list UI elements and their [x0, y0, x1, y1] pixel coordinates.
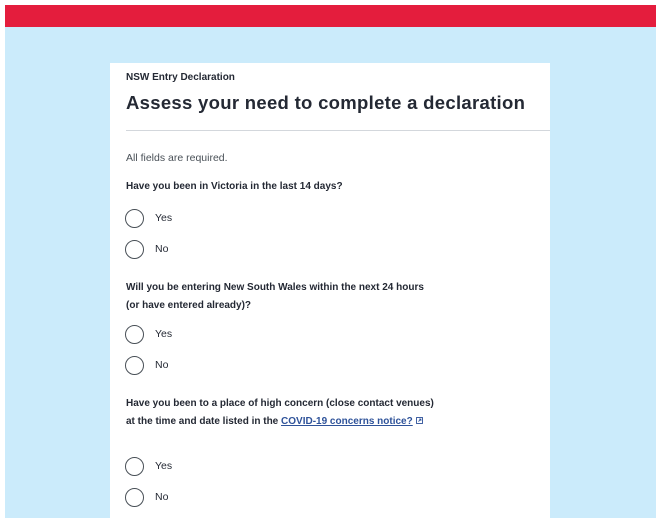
- question-high-concern: Have you been to a place of high concern…: [126, 395, 441, 431]
- radio-button[interactable]: [125, 487, 144, 507]
- divider: [126, 130, 550, 131]
- radio-label: Yes: [155, 212, 173, 224]
- radio-option-entering-yes[interactable]: Yes: [125, 323, 172, 345]
- radio-label: No: [155, 491, 169, 503]
- radio-option-victoria-yes[interactable]: Yes: [125, 207, 172, 229]
- radio-option-high-concern-yes[interactable]: Yes: [125, 455, 172, 477]
- radio-button[interactable]: [125, 324, 144, 344]
- radio-label: Yes: [155, 460, 173, 472]
- covid-concerns-notice-link[interactable]: COVID-19 concerns notice?: [281, 416, 413, 427]
- declaration-card: NSW Entry Declaration Assess your need t…: [110, 63, 550, 518]
- radio-button[interactable]: [125, 355, 144, 375]
- top-banner: [5, 5, 656, 27]
- question-entering-nsw: Will you be entering New South Wales wit…: [126, 282, 424, 311]
- external-link-icon: [415, 417, 423, 424]
- required-fields-note: All fields are required.: [126, 152, 228, 164]
- radio-option-high-concern-no[interactable]: No: [125, 486, 168, 508]
- radio-label: No: [155, 359, 169, 371]
- radio-button[interactable]: [125, 208, 144, 228]
- question-victoria: Have you been in Victoria in the last 14…: [126, 181, 343, 192]
- eyebrow-label: NSW Entry Declaration: [126, 72, 235, 83]
- radio-button[interactable]: [125, 456, 144, 476]
- radio-option-entering-no[interactable]: No: [125, 354, 168, 376]
- radio-label: Yes: [155, 328, 173, 340]
- radio-option-victoria-no[interactable]: No: [125, 238, 168, 260]
- radio-label: No: [155, 243, 169, 255]
- radio-button[interactable]: [125, 239, 144, 259]
- page-title: Assess your need to complete a declarati…: [126, 92, 526, 113]
